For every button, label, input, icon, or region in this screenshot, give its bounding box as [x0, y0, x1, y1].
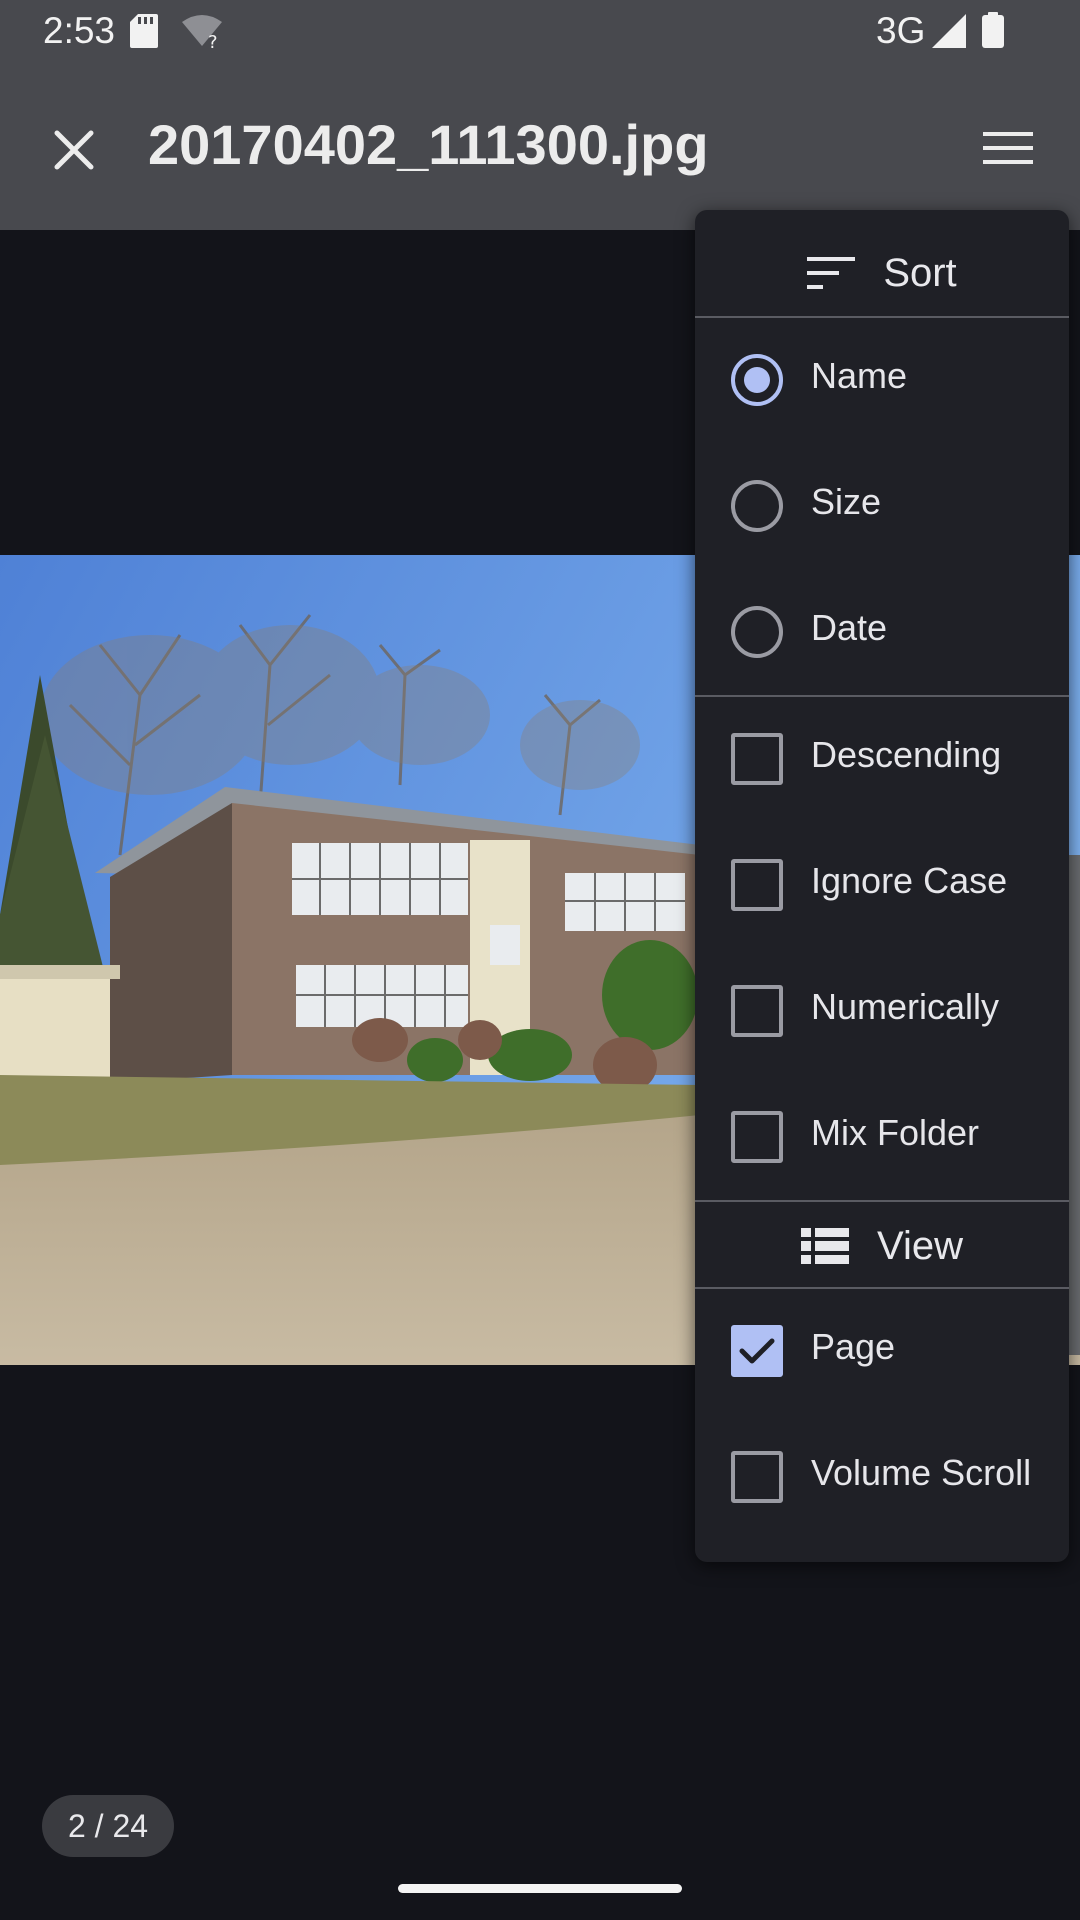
sort-option-date[interactable]: Date	[695, 569, 1069, 695]
sort-flag-mix-folder[interactable]: Mix Folder	[695, 1074, 1069, 1200]
divider	[695, 1200, 1069, 1202]
checkbox-unchecked[interactable]	[731, 733, 783, 785]
checkbox-checked[interactable]	[731, 1325, 783, 1377]
sort-flag-label: Numerically	[811, 986, 1000, 1027]
checkbox-unchecked[interactable]	[731, 1111, 783, 1163]
radio-unselected[interactable]	[731, 480, 783, 532]
radio-unselected[interactable]	[731, 606, 783, 658]
sort-section-header: Sort	[695, 240, 1069, 306]
checkbox-unchecked[interactable]	[731, 1451, 783, 1503]
battery-icon	[982, 12, 1004, 53]
svg-text:?: ?	[208, 32, 218, 48]
status-time: 2:53	[43, 10, 116, 51]
radio-selected[interactable]	[731, 354, 783, 406]
view-list-icon	[801, 1228, 849, 1264]
sort-flag-label: Mix Folder	[811, 1112, 980, 1153]
wifi-unknown-icon: ?	[182, 14, 222, 53]
network-type: 3G	[876, 10, 926, 51]
view-option-volume-scroll[interactable]: Volume Scroll	[695, 1414, 1069, 1540]
view-option-label: Volume Scroll	[811, 1452, 1032, 1493]
app-bar: 20170402_111300.jpg	[0, 62, 1080, 230]
sort-flag-numerically[interactable]: Numerically	[695, 948, 1069, 1074]
signal-icon	[932, 14, 966, 53]
sort-option-size[interactable]: Size	[695, 443, 1069, 569]
view-section-header: View	[695, 1210, 1069, 1282]
menu-button[interactable]	[970, 110, 1046, 186]
view-option-page[interactable]: Page	[695, 1288, 1069, 1414]
sort-icon	[807, 257, 856, 289]
page-title: 20170402_111300.jpg	[148, 113, 709, 176]
home-indicator[interactable]	[398, 1884, 682, 1893]
sort-flag-ignore-case[interactable]: Ignore Case	[695, 822, 1069, 948]
screen: 2:53 ? 3G 20170402_111300.jpg 2 / 24 Sor…	[0, 0, 1080, 1920]
close-icon	[54, 130, 94, 170]
page-counter: 2 / 24	[42, 1795, 174, 1857]
sort-header-label: Sort	[883, 250, 957, 295]
checkmark-icon	[739, 1338, 775, 1364]
view-header-label: View	[877, 1223, 963, 1268]
sort-flag-label: Descending	[811, 734, 1002, 775]
sort-option-label: Size	[811, 481, 882, 522]
menu-icon	[983, 132, 1033, 164]
sort-option-label: Date	[811, 607, 888, 648]
sort-option-label: Name	[811, 355, 908, 396]
sort-flag-descending[interactable]: Descending	[695, 696, 1069, 822]
checkbox-unchecked[interactable]	[731, 859, 783, 911]
close-button[interactable]	[36, 112, 112, 188]
sort-flag-label: Ignore Case	[811, 860, 1008, 901]
sort-view-menu: Sort Name Size Date Descending Ignore Ca…	[695, 210, 1069, 1562]
sd-card-icon	[130, 14, 158, 53]
checkbox-unchecked[interactable]	[731, 985, 783, 1037]
view-option-label: Page	[811, 1326, 896, 1367]
sort-option-name[interactable]: Name	[695, 317, 1069, 443]
status-bar: 2:53 ? 3G	[0, 0, 1080, 62]
